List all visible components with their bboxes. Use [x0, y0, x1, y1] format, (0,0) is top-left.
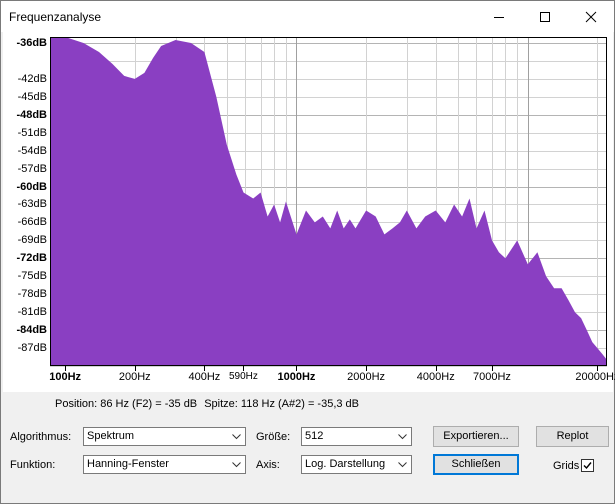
x-tick-label: 20000Hz — [575, 371, 615, 383]
axis-select[interactable]: Log. Darstellung — [301, 455, 412, 474]
y-tick-label: -66dB — [17, 216, 47, 229]
size-label: Größe: — [256, 431, 291, 443]
y-tick-label: -75dB — [17, 270, 47, 283]
chevron-down-icon — [398, 434, 407, 440]
export-button[interactable]: Exportieren... — [433, 426, 519, 447]
maximize-icon[interactable] — [522, 1, 568, 32]
x-tick-label: 200Hz — [118, 371, 151, 383]
y-tick-label: -57dB — [17, 162, 47, 175]
y-tick-label: -48dB — [16, 108, 47, 121]
y-tick-label: -63dB — [17, 198, 47, 211]
peak-readout: Spitze: 118 Hz (A#2) = -35,3 dB — [204, 398, 360, 410]
algorithm-select[interactable]: Spektrum — [83, 427, 246, 446]
size-value: 512 — [305, 430, 324, 442]
window-title: Frequenzanalyse — [9, 10, 102, 24]
status-line: Position: 86 Hz (F2) = -35 dB Spitze: 11… — [55, 398, 363, 410]
algorithm-label: Algorithmus: — [10, 431, 72, 443]
close-icon[interactable] — [568, 1, 614, 32]
y-tick-label: -60dB — [16, 180, 47, 193]
function-value: Hanning-Fenster — [87, 458, 169, 470]
x-tick-label: 2000Hz — [347, 371, 386, 383]
frequency-analysis-window: Frequenzanalyse -36dB -42dB -45dB -48dB -51d… — [0, 0, 615, 504]
x-tick-label: 400Hz — [188, 371, 221, 383]
y-tick-label: -51dB — [17, 126, 47, 139]
y-tick-label: -69dB — [17, 234, 47, 247]
x-tick-label: 100Hz — [49, 371, 82, 383]
replot-button[interactable]: Replot — [536, 426, 609, 447]
minimize-icon[interactable] — [476, 1, 522, 32]
x-tick-label: 1000Hz — [277, 371, 316, 383]
y-tick-label: -45dB — [17, 90, 47, 103]
y-tick-label: -42dB — [17, 72, 47, 85]
y-tick-label: -36dB — [16, 36, 47, 49]
grids-label: Grids — [553, 460, 580, 472]
title-bar[interactable]: Frequenzanalyse — [1, 1, 614, 32]
size-select[interactable]: 512 — [301, 427, 412, 446]
spectrum-plot[interactable] — [3, 32, 613, 392]
x-tick-label: 7000Hz — [472, 371, 511, 383]
y-tick-label: -78dB — [17, 288, 47, 301]
chevron-down-icon — [232, 462, 241, 468]
y-tick-label: -72dB — [16, 252, 47, 265]
chevron-down-icon — [398, 462, 407, 468]
close-button[interactable]: Schließen — [433, 454, 519, 475]
function-select[interactable]: Hanning-Fenster — [83, 455, 246, 474]
axis-value: Log. Darstellung — [305, 458, 386, 470]
grids-checkbox[interactable] — [581, 459, 594, 472]
position-readout: Position: 86 Hz (F2) = -35 dB — [55, 398, 198, 410]
y-tick-label: -81dB — [17, 306, 47, 319]
function-label: Funktion: — [10, 459, 56, 471]
y-tick-label: -87dB — [17, 342, 47, 355]
x-tick-label: 590Hz — [229, 371, 258, 382]
checkmark-icon — [583, 462, 592, 470]
y-tick-label: -84dB — [16, 324, 47, 337]
y-tick-label: -54dB — [17, 144, 47, 157]
x-tick-label: 4000Hz — [416, 371, 455, 383]
axis-label: Axis: — [256, 459, 280, 471]
spectrum-plot-area[interactable]: -36dB -42dB -45dB -48dB -51dB -54dB -57dB -60dB… — [3, 32, 615, 392]
chevron-down-icon — [232, 434, 241, 440]
algorithm-value: Spektrum — [87, 430, 135, 442]
